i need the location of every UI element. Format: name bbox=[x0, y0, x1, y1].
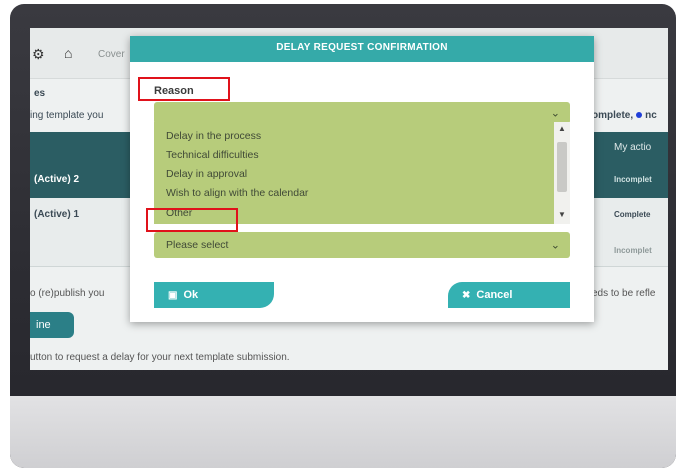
delay-request-dialog: DELAY REQUEST CONFIRMATION Reason ⌄ Dela… bbox=[130, 36, 594, 322]
reason-select[interactable]: ⌄ bbox=[154, 102, 570, 124]
option-delay-in-approval[interactable]: Delay in approval bbox=[166, 168, 247, 180]
row-status: Incomplet bbox=[614, 175, 652, 184]
home-icon[interactable]: ⌂ bbox=[64, 45, 72, 61]
option-technical-difficulties[interactable]: Technical difficulties bbox=[166, 149, 259, 161]
row-label: (Active) 2 bbox=[34, 174, 80, 185]
cancel-label: Cancel bbox=[476, 289, 513, 301]
chevron-down-icon: ⌄ bbox=[550, 107, 560, 120]
republish-text: o (re)publish you bbox=[30, 288, 105, 299]
cancel-button[interactable]: ✖ Cancel bbox=[448, 282, 570, 308]
ok-button[interactable]: ▣ Ok bbox=[154, 282, 274, 308]
second-select-value: Please select bbox=[166, 239, 229, 251]
needs-reflect-text: eds to be refle bbox=[592, 288, 656, 299]
legend-complete: omplete, bbox=[592, 110, 634, 121]
scroll-thumb[interactable] bbox=[557, 142, 567, 192]
scroll-down-icon[interactable]: ▼ bbox=[554, 210, 570, 219]
ok-label: Ok bbox=[183, 289, 199, 301]
highlight-reason-box bbox=[138, 77, 230, 101]
nav-icon[interactable]: ⚙ bbox=[32, 46, 45, 63]
footer-text: utton to request a delay for your next t… bbox=[30, 352, 290, 363]
highlight-other-box bbox=[146, 208, 238, 232]
second-select[interactable]: Please select ⌄ bbox=[154, 232, 570, 258]
column-my-actions: My actio bbox=[614, 142, 652, 153]
option-delay-in-process[interactable]: Delay in the process bbox=[166, 130, 261, 142]
section-title: es bbox=[34, 88, 46, 99]
monitor-stand bbox=[10, 396, 676, 468]
breadcrumb-cover[interactable]: Cover bbox=[98, 49, 125, 60]
close-icon: ✖ bbox=[462, 290, 471, 301]
option-align-calendar[interactable]: Wish to align with the calendar bbox=[166, 187, 308, 199]
scroll-up-icon[interactable]: ▲ bbox=[554, 124, 570, 133]
legend-dot-icon bbox=[636, 112, 643, 118]
row-status: Complete bbox=[614, 210, 651, 219]
delay-button[interactable]: ine bbox=[30, 312, 74, 338]
legend-no: nc bbox=[645, 110, 657, 121]
screen: ⚙ ⌂ Cover es ing template you omplete, nc… bbox=[30, 28, 668, 370]
row-status: Incomplet bbox=[614, 246, 652, 255]
row-label: (Active) 1 bbox=[34, 209, 80, 220]
legend-text: omplete, nc bbox=[592, 110, 657, 121]
template-text: ing template you bbox=[30, 110, 104, 121]
save-icon: ▣ bbox=[168, 290, 178, 301]
dialog-title: DELAY REQUEST CONFIRMATION bbox=[130, 36, 594, 62]
chevron-down-icon: ⌄ bbox=[550, 239, 560, 252]
options-scrollbar[interactable]: ▲ ▼ bbox=[554, 122, 570, 224]
